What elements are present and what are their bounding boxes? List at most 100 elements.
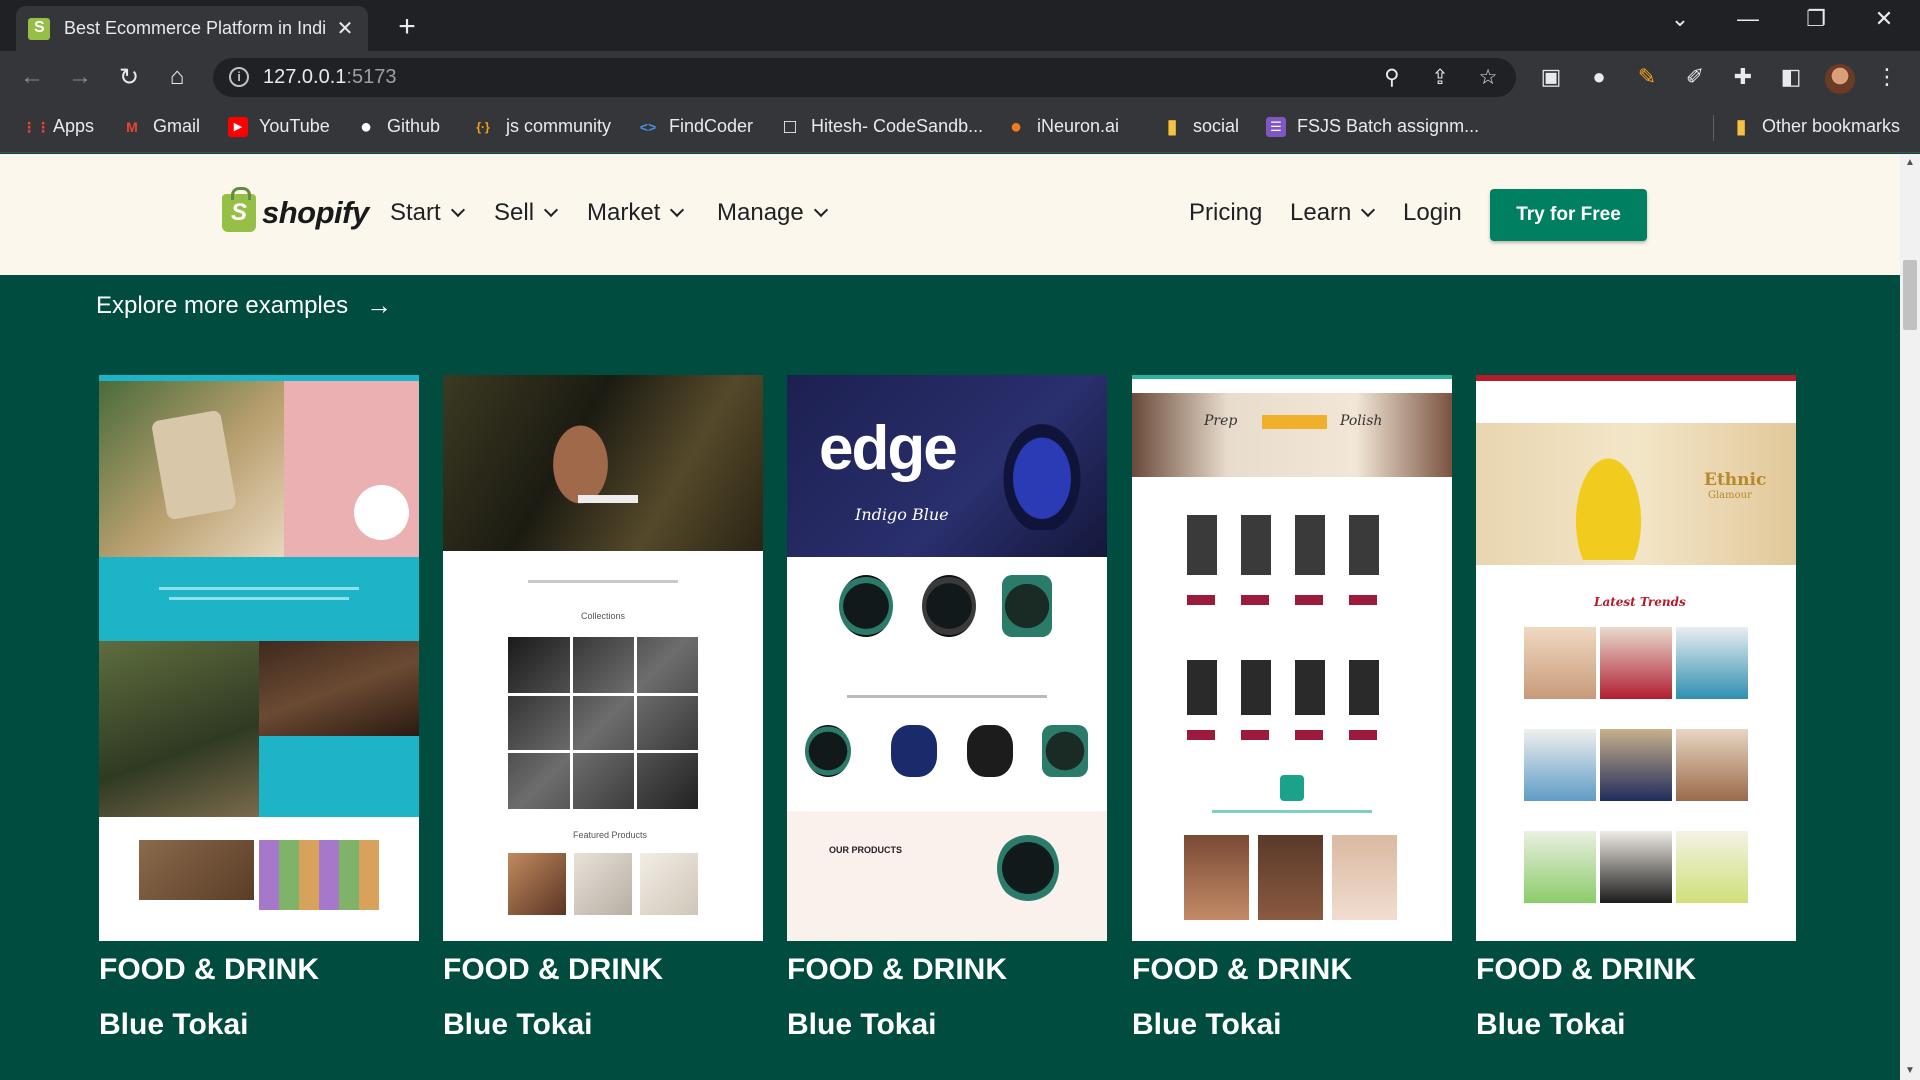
thumb-teal-block	[259, 736, 419, 817]
tab-search-icon[interactable]: ⌄	[1660, 6, 1700, 32]
thumb-edge-logo: edge	[819, 414, 958, 483]
js-community-icon: {·}	[476, 119, 490, 134]
browser-tab[interactable]: Best Ecommerce Platform in Indi ✕	[16, 6, 368, 51]
url-text[interactable]: 127.0.0.1:5173	[263, 66, 396, 89]
gmail-icon: M	[126, 118, 138, 135]
bookmark-social[interactable]: ▮ social	[1162, 116, 1239, 137]
card-store-name[interactable]: Blue Tokai	[1476, 1008, 1625, 1042]
menu-kebab-icon[interactable]: ⋮	[1873, 64, 1901, 90]
thumb-product	[805, 725, 851, 777]
nav-learn[interactable]: Learn	[1290, 199, 1376, 227]
thumb-product	[640, 853, 698, 915]
folder-icon: ▮	[1166, 115, 1178, 138]
nav-manage[interactable]: Manage	[717, 199, 828, 227]
minimize-icon[interactable]: —	[1728, 6, 1768, 32]
shopify-logo[interactable]: shopify	[222, 187, 369, 232]
chevron-down-icon	[1361, 202, 1376, 217]
bookmark-codesandbox[interactable]: □ Hitesh- CodeSandb...	[780, 116, 983, 137]
nav-start[interactable]: Start	[390, 199, 465, 227]
thumb-ethnic-text: Ethnic	[1704, 470, 1767, 490]
back-icon[interactable]: ←	[18, 63, 46, 91]
side-panel-icon[interactable]: ◧	[1777, 64, 1805, 90]
nav-pricing[interactable]: Pricing	[1189, 199, 1262, 227]
card-store-name[interactable]: Blue Tokai	[443, 1008, 592, 1042]
store-screenshot-thumbnail[interactable]: Prep Polish	[1132, 375, 1452, 941]
thumb-text-line	[159, 587, 359, 590]
findcoder-icon: <>	[639, 118, 657, 135]
thumb-leaf-icon	[1280, 775, 1304, 801]
bookmark-youtube[interactable]: ▶ YouTube	[228, 116, 330, 137]
home-icon[interactable]: ⌂	[163, 63, 191, 91]
scrollbar-thumb[interactable]	[1903, 260, 1917, 330]
thumb-gallery	[259, 840, 379, 910]
nav-login[interactable]: Login	[1403, 199, 1462, 227]
card-category: FOOD & DRINK	[1476, 953, 1696, 986]
thumb-product	[1042, 725, 1088, 777]
page-scrollbar[interactable]: ▲ ▼	[1900, 154, 1920, 1080]
bookmark-apps[interactable]: ⋮⋮ Apps	[22, 116, 94, 137]
card-store-name[interactable]: Blue Tokai	[99, 1008, 248, 1042]
zoom-icon[interactable]: ⚲	[1379, 65, 1405, 90]
address-bar[interactable]: i 127.0.0.1:5173 ⚲ ⇪ ☆	[213, 58, 1516, 97]
bookmark-github[interactable]: ● Github	[356, 116, 440, 137]
thumb-our-products: OUR PRODUCTS	[829, 845, 903, 855]
bookmark-findcoder[interactable]: <> FindCoder	[638, 116, 753, 137]
reload-icon[interactable]: ↻	[115, 63, 143, 92]
thumb-watch	[839, 575, 893, 637]
thumb-video	[139, 840, 254, 900]
thumb-yellow-dress	[1561, 430, 1656, 560]
shopify-bag-icon	[222, 187, 256, 232]
store-screenshot-thumbnail[interactable]: Collections Featured Products	[443, 375, 763, 941]
thumb-collections-grid	[508, 637, 698, 809]
restore-icon[interactable]: ❐	[1796, 6, 1836, 32]
bookmarks-separator	[1713, 115, 1714, 141]
store-screenshot-thumbnail[interactable]: edge Indigo Blue OUR PRODUCTS	[787, 375, 1107, 941]
thumb-model-photo	[1184, 835, 1249, 920]
nav-market[interactable]: Market	[587, 199, 685, 227]
cast-icon[interactable]: ▣	[1537, 64, 1565, 90]
explore-more-link[interactable]: Explore more examples →	[96, 290, 392, 321]
card-category: FOOD & DRINK	[1132, 953, 1352, 986]
store-screenshot-thumbnail[interactable]: Ethnic Glamour Latest Trends	[1476, 375, 1796, 941]
extension-pencil-icon[interactable]: ✐	[1681, 64, 1709, 90]
bookmark-fsjs[interactable]: ☰ FSJS Batch assignm...	[1266, 116, 1479, 137]
thumb-edge-tagline: Indigo Blue	[855, 505, 949, 524]
card-store-name[interactable]: Blue Tokai	[787, 1008, 936, 1042]
thumb-topbar	[1476, 375, 1796, 381]
bookmark-js-community[interactable]: {·} js community	[471, 116, 611, 137]
thumb-text-line	[169, 597, 349, 600]
thumb-topbar	[1132, 375, 1452, 379]
try-for-free-button[interactable]: Try for Free	[1490, 189, 1647, 241]
bookmark-ineuron[interactable]: ● iNeuron.ai	[1006, 116, 1119, 137]
extension-pen-icon[interactable]: ✎	[1633, 64, 1661, 90]
bookmark-gmail[interactable]: M Gmail	[122, 116, 200, 137]
extension-mic-icon[interactable]: ●	[1585, 64, 1613, 90]
example-card[interactable]: edge Indigo Blue OUR PRODUCTS FOOD & DRI…	[787, 375, 1107, 1041]
forward-icon[interactable]: →	[66, 63, 94, 91]
thumb-products-panel	[787, 811, 1107, 941]
example-card[interactable]: Collections Featured Products FOOD & DRI…	[443, 375, 763, 1041]
site-info-icon[interactable]: i	[229, 67, 249, 87]
thumb-product-row	[1187, 515, 1397, 575]
new-tab-button[interactable]: +	[392, 10, 422, 44]
extensions-puzzle-icon[interactable]: ✚	[1729, 64, 1757, 90]
thumb-featured-heading: Featured Products	[573, 830, 648, 840]
thumb-beans-photo	[259, 641, 419, 736]
folder-icon: ▮	[1735, 115, 1747, 138]
bookmark-other[interactable]: ▮ Other bookmarks	[1731, 116, 1900, 137]
scroll-down-icon[interactable]: ▼	[1900, 1062, 1920, 1080]
card-store-name[interactable]: Blue Tokai	[1132, 1008, 1281, 1042]
tab-close-icon[interactable]: ✕	[334, 16, 356, 41]
share-icon[interactable]: ⇪	[1427, 65, 1453, 90]
nav-sell[interactable]: Sell	[494, 199, 559, 227]
scroll-up-icon[interactable]: ▲	[1900, 154, 1920, 172]
thumb-polish-text: Polish	[1340, 413, 1383, 429]
store-screenshot-thumbnail[interactable]	[99, 375, 419, 941]
example-card[interactable]: Ethnic Glamour Latest Trends FOOD & DRIN…	[1476, 375, 1796, 1041]
profile-avatar[interactable]	[1825, 64, 1855, 94]
close-window-icon[interactable]: ✕	[1864, 6, 1904, 32]
youtube-icon: ▶	[228, 116, 248, 137]
example-card[interactable]: Prep Polish FOOD & DRINK Blue Tokai	[1132, 375, 1452, 1041]
bookmark-star-icon[interactable]: ☆	[1475, 65, 1501, 90]
example-card[interactable]: FOOD & DRINK Blue Tokai	[99, 375, 419, 1041]
